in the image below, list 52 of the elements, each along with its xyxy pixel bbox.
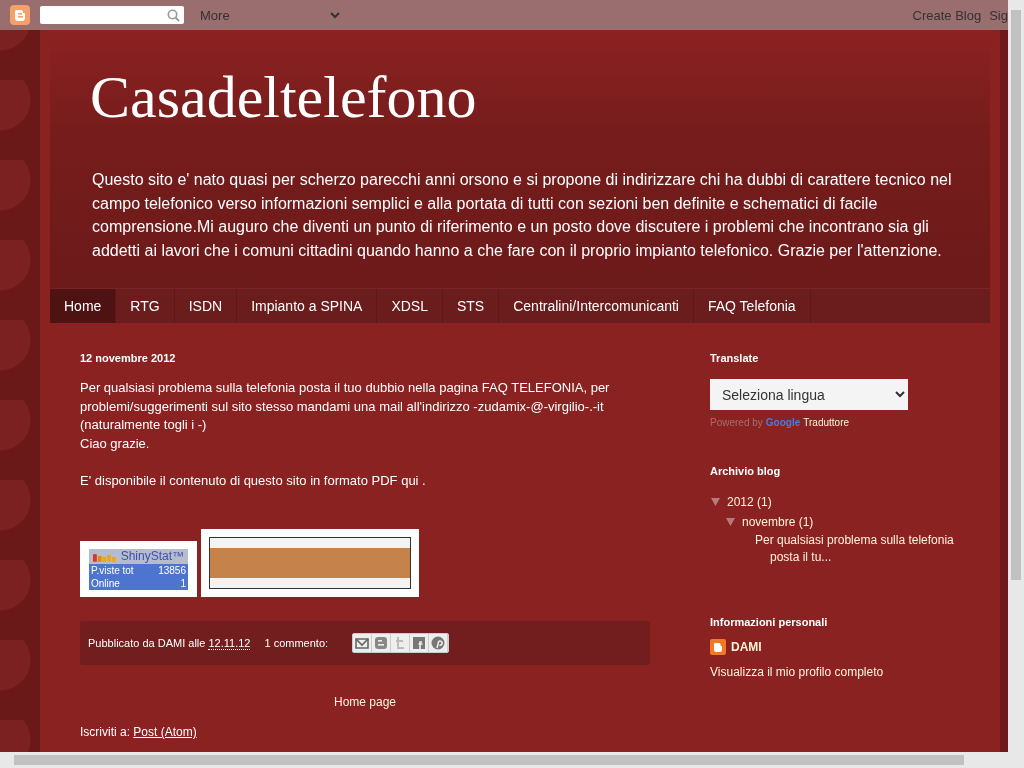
counter-value: 13856 [158, 564, 186, 577]
blogger-logo-icon[interactable] [10, 5, 30, 25]
blog-share-icon[interactable] [372, 634, 392, 652]
post-paragraph: Ciao grazie. [80, 434, 151, 453]
posted-by-text: Pubblicato da DAMI alle [88, 637, 207, 649]
facebook-share-icon[interactable] [410, 634, 430, 652]
nav-tab[interactable]: Centralini/Intercomunicanti [499, 289, 694, 323]
nav-tab[interactable]: FAQ Telefonia [693, 289, 811, 323]
search-field[interactable] [40, 6, 184, 24]
profile-link[interactable]: Visualizza il mio profilo completo [710, 665, 884, 679]
nav-tab[interactable]: RTG [116, 289, 175, 323]
translator-link[interactable]: Traduttore [803, 417, 850, 428]
email-share-icon[interactable] [353, 634, 373, 652]
widget-title: Translate [710, 352, 760, 364]
post-time-link[interactable]: 12.11.12 [208, 637, 251, 650]
blog-description: Questo sito e' nato quasi per scherzo parecchi anni orsono e si propone di indirizzare chi ha dubbi di carattere tecnico nel campo telefonico verso informazioni semplici e alla portata di tutti con sezioni ben definite e schematici di facile comprensione.Mi auguro che diventi un punto di riferimento e un posto dove discutere i problemi che incontrano sia gli addetti ai lavori che i comuni cittadini quando hanno a che fare con il proprio impianto telefonico. Grazie per l'attenzione. [92, 170, 953, 261]
home-page-link[interactable]: Home page [80, 695, 650, 709]
subscribe-label: Iscriviti a: [80, 725, 131, 739]
nav-tab[interactable]: STS [443, 289, 500, 323]
search-icon[interactable] [167, 8, 180, 22]
widget-title: Informazioni personali [710, 616, 829, 628]
nav-tab[interactable]: XDSL [377, 289, 443, 323]
nav-tab[interactable]: Home [50, 289, 117, 323]
language-select[interactable]: Seleziona lingua [710, 379, 908, 410]
nav-tab[interactable]: Impianto a SPINA [237, 289, 378, 323]
nav-tab[interactable]: ISDN [174, 289, 238, 323]
pinterest-share-icon[interactable] [429, 634, 449, 652]
horizontal-scrollbar[interactable] [0, 752, 1024, 768]
counter-label: Online [91, 577, 120, 590]
widget-title: Archivio blog [710, 465, 782, 477]
triangle-down-icon[interactable] [710, 498, 720, 506]
comments-link[interactable]: 1 commento: [264, 637, 329, 649]
powered-by-text: Powered by [710, 417, 763, 428]
archive-link[interactable]: 2012 (1) [727, 492, 772, 512]
triangle-down-icon[interactable] [725, 518, 735, 526]
counter-value: 1 [180, 577, 186, 590]
archive-post-link[interactable]: Per qualsiasi problema sulla telefonia posta il tu... [755, 532, 970, 566]
google-logo-text: Google [765, 417, 801, 428]
archive-link[interactable]: novembre (1) [742, 512, 814, 532]
banner-image[interactable] [201, 529, 419, 597]
post-date: 12 novembre 2012 [80, 352, 177, 364]
post-paragraph: E' disponibile il contenuto di questo sito in formato PDF qui . [80, 471, 427, 490]
counter-brand: ShinyStat™ [120, 550, 184, 563]
blogger-logo-icon [710, 639, 726, 655]
vertical-scrollbar[interactable] [1008, 0, 1024, 752]
counter-label: P.viste tot [91, 564, 134, 577]
bar-chart-icon [93, 551, 118, 562]
atom-feed-link[interactable]: Post (Atom) [133, 725, 197, 739]
chevron-down-icon [330, 11, 340, 19]
profile-name-link[interactable]: DAMI [731, 640, 762, 654]
post-paragraph: Per qualsiasi problema sulla telefonia posta il tuo dubbio nella pagina FAQ TELEFONIA, per problemi/suggerimenti sul sito stesso mandami una mail all'indirizzo -zudamix-@-virgilio-.-it (naturalmente togli i -) [80, 379, 611, 434]
blog-title[interactable]: Casadeltelefono [90, 64, 960, 130]
